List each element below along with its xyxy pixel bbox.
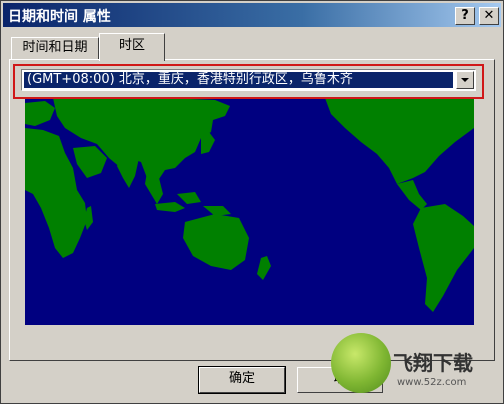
watermark-brand: 飞翔下载: [393, 351, 473, 375]
date-time-properties-dialog: 日期和时间 属性 ? ✕ 时间和日期 时区 (GMT+08:00) 北京，重庆，…: [0, 0, 504, 404]
world-map-graphic: [25, 98, 474, 325]
tab-timezone[interactable]: 时区: [99, 33, 165, 61]
world-map: [25, 98, 474, 325]
watermark-logo-icon: [331, 333, 391, 393]
timezone-select[interactable]: (GMT+08:00) 北京，重庆，香港特别行政区，乌鲁木齐: [21, 69, 476, 91]
help-button[interactable]: ?: [455, 7, 475, 25]
ok-button[interactable]: 确定: [198, 366, 286, 394]
window-title: 日期和时间 属性: [8, 9, 111, 25]
watermark-url: www.52z.com: [397, 377, 467, 388]
tab-time-date[interactable]: 时间和日期: [11, 37, 99, 59]
dropdown-arrow-icon[interactable]: [456, 71, 474, 89]
close-button[interactable]: ✕: [479, 7, 499, 25]
title-bar[interactable]: 日期和时间 属性 ? ✕: [3, 3, 501, 27]
timezone-selected-value: (GMT+08:00) 北京，重庆，香港特别行政区，乌鲁木齐: [24, 72, 453, 88]
